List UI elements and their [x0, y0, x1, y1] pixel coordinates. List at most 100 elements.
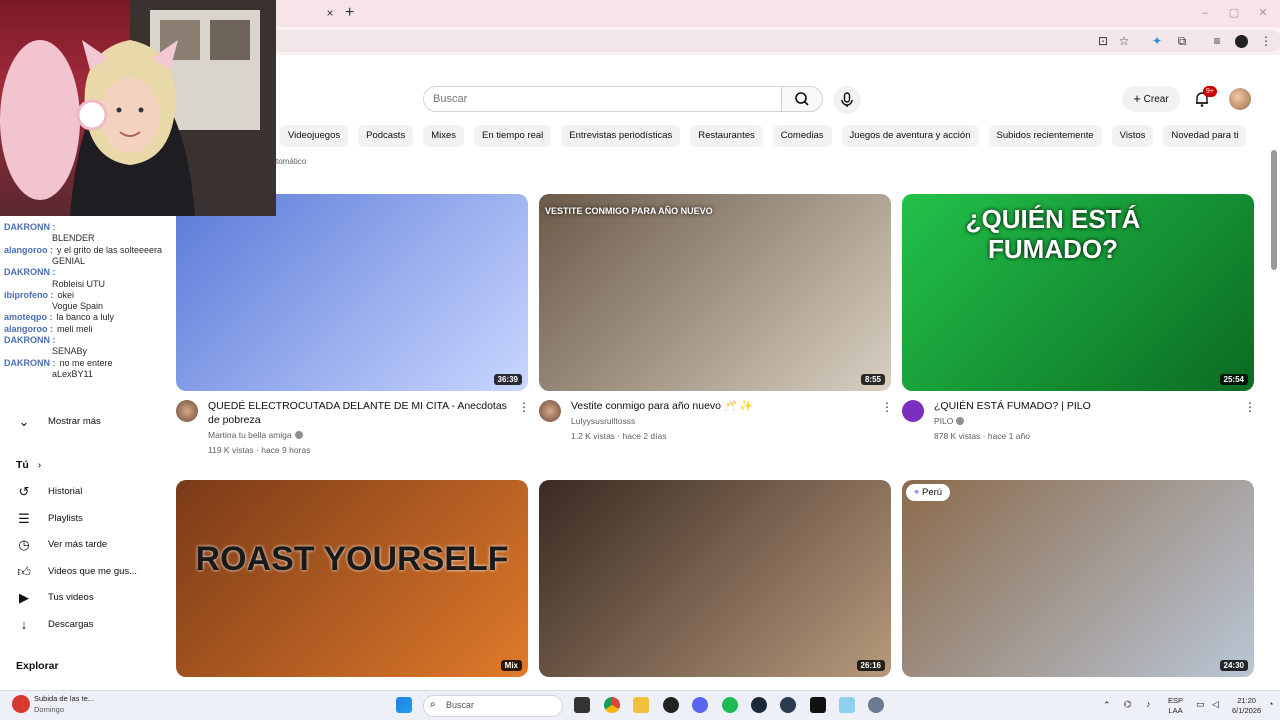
chat-username: DAKRONN :: [4, 335, 56, 345]
chat-text: Robleisi UTU: [52, 278, 106, 289]
watch-later-icon: ◷: [18, 537, 30, 553]
terminal-icon[interactable]: [810, 697, 826, 713]
chat-text: la banco a luly: [56, 312, 115, 323]
tray-display-icon[interactable]: ▭: [1196, 699, 1205, 709]
search-input[interactable]: [433, 88, 763, 110]
sidebar-item-label: Ver más tarde: [48, 539, 108, 551]
chip[interactable]: Novedad para ti: [1163, 125, 1247, 147]
video-thumbnail[interactable]: 36:39: [176, 194, 528, 391]
steam-icon[interactable]: [751, 697, 767, 713]
channel-name[interactable]: Lulyysusrulltosss: [571, 414, 635, 429]
taskbar-search[interactable]: ⌕ Buscar: [423, 695, 563, 717]
scrollbar-thumb[interactable]: [1271, 150, 1277, 270]
sidebar-item-descargas[interactable]: ↓ Descargas: [0, 612, 170, 638]
video-title[interactable]: QUEDÉ ELECTROCUTADA DELANTE DE MI CITA -…: [208, 399, 508, 427]
tray-mic-icon[interactable]: ♪: [1146, 699, 1151, 709]
video-thumbnail[interactable]: 26:16: [539, 480, 891, 677]
chrome-icon[interactable]: [604, 697, 620, 713]
search-icon: [795, 92, 809, 106]
channel-name[interactable]: Martina tu bella amiga: [208, 428, 303, 443]
tray-volume-icon[interactable]: ◁: [1212, 699, 1219, 709]
channel-avatar[interactable]: [539, 400, 561, 422]
chat-text: meli meli: [57, 323, 93, 334]
chip[interactable]: Podcasts: [358, 125, 414, 147]
settings-gear-icon[interactable]: [868, 697, 884, 713]
taskbar-search-label: Buscar: [446, 700, 475, 710]
tray-network-icon[interactable]: ⌬: [1124, 699, 1132, 709]
notification-title[interactable]: Subida de las te...: [34, 694, 94, 703]
chat-username: DAKRONN :: [4, 222, 56, 232]
app-icon[interactable]: [839, 697, 855, 713]
tab-close-button[interactable]: ×: [323, 6, 337, 20]
sidebar-item-playlists[interactable]: ☰ Playlists: [0, 506, 170, 532]
spotify-icon[interactable]: [722, 697, 738, 713]
account-avatar[interactable]: [1229, 88, 1251, 110]
chip[interactable]: Entrevistas periodísticas: [561, 125, 681, 147]
chip[interactable]: Restaurantes: [690, 125, 763, 147]
sidebar-item-historial[interactable]: ↺ Historial: [0, 479, 170, 505]
window-maximize-button[interactable]: ▢: [1227, 6, 1241, 20]
new-tab-button[interactable]: +: [345, 4, 361, 22]
file-explorer-icon[interactable]: [633, 697, 649, 713]
video-title[interactable]: Vestite conmigo para año nuevo 🥂 ✨: [571, 399, 871, 413]
notifications-badge: 9+: [1203, 86, 1217, 97]
channel-name[interactable]: PILO: [934, 414, 965, 429]
chip[interactable]: Mixes: [423, 125, 465, 147]
windows-start-icon[interactable]: [396, 697, 412, 713]
chip[interactable]: Juegos de aventura y acción: [841, 125, 979, 147]
chevron-down-icon: ⌄: [18, 414, 30, 429]
sidebar-item-ver[interactable]: ◷ Ver más tarde: [0, 532, 170, 558]
chat-message: alangoroo : y el grito de las solteeeera: [4, 245, 162, 255]
profile-icon[interactable]: [1235, 35, 1248, 48]
video-menu-icon[interactable]: ⋮: [518, 400, 530, 414]
sidebar-item-label: Descargas: [48, 619, 94, 630]
more-icon[interactable]: ⋮: [1259, 34, 1273, 48]
tray-chevron-up-icon[interactable]: ⌃: [1103, 700, 1111, 710]
channel-avatar[interactable]: [176, 400, 198, 422]
sidebar-you-heading[interactable]: Tú ›: [16, 459, 41, 471]
voice-search-button[interactable]: [833, 86, 861, 114]
sidebar-show-more[interactable]: ⌄ Mostrar más: [0, 409, 170, 435]
location-badge[interactable]: ⌖ Perú: [906, 484, 951, 501]
video-thumbnail[interactable]: VESTITE CONMIGO PARA AÑO NUEVO 8:55: [539, 194, 891, 391]
video-title[interactable]: ¿QUIÉN ESTÁ FUMADO? | PILO: [934, 399, 1234, 413]
video-duration: 25:54: [1219, 374, 1248, 385]
chip[interactable]: En tiempo real: [474, 125, 552, 147]
discord-icon[interactable]: [692, 697, 708, 713]
chip[interactable]: Videojuegos: [280, 125, 349, 147]
chip[interactable]: Vistos: [1111, 125, 1154, 147]
window-close-button[interactable]: ✕: [1256, 6, 1270, 20]
your-videos-icon: ▶: [19, 590, 29, 606]
tray-clock[interactable]: 21:20 6/1/2026: [1232, 696, 1261, 716]
tray-language[interactable]: ESP LAA: [1168, 696, 1183, 716]
sidebar-item-label: Playlists: [48, 512, 83, 524]
video-thumbnail[interactable]: ¿QUIÉN ESTÁ FUMADO? 25:54: [902, 194, 1254, 391]
extension-tool-icon[interactable]: ✦: [1150, 34, 1164, 48]
notification-app-icon[interactable]: [12, 695, 30, 713]
puzzle-icon[interactable]: ⧉: [1175, 34, 1189, 48]
tray-notifications-icon[interactable]: ◔: [1268, 699, 1273, 709]
chat-message: amoteqpo : la banco a luly: [4, 312, 114, 322]
chip[interactable]: Subidos recientemente: [988, 125, 1102, 147]
obs-icon[interactable]: [663, 697, 679, 713]
create-button[interactable]: + Crear: [1122, 86, 1180, 112]
video-menu-icon[interactable]: ⋮: [1244, 400, 1256, 414]
auto-label: tomático: [276, 157, 307, 166]
video-menu-icon[interactable]: ⋮: [881, 400, 893, 414]
task-view-icon[interactable]: [574, 697, 590, 713]
channel-avatar[interactable]: [902, 400, 924, 422]
media-icon[interactable]: ≡: [1210, 34, 1224, 48]
star-icon[interactable]: ☆: [1117, 34, 1131, 48]
chip[interactable]: Comedias: [772, 125, 832, 147]
video-duration: Mix: [500, 660, 522, 671]
sidebar-item-tus[interactable]: ▶ Tus videos: [0, 585, 170, 611]
steam-secondary-icon[interactable]: [780, 697, 796, 713]
taskbar-search-icon: ⌕: [430, 699, 436, 710]
chat-message: ibiprofeno : okei: [4, 290, 74, 300]
video-thumbnail[interactable]: ⌖ Perú 24:30: [902, 480, 1254, 677]
video-thumbnail[interactable]: ROAST YOURSELF Mix: [176, 480, 528, 677]
window-minimize-button[interactable]: –: [1198, 6, 1212, 20]
install-icon[interactable]: ⊡: [1096, 34, 1110, 48]
search-button[interactable]: [781, 86, 823, 112]
sidebar-item-videos[interactable]: 👍︎ Videos que me gus...: [0, 559, 170, 585]
